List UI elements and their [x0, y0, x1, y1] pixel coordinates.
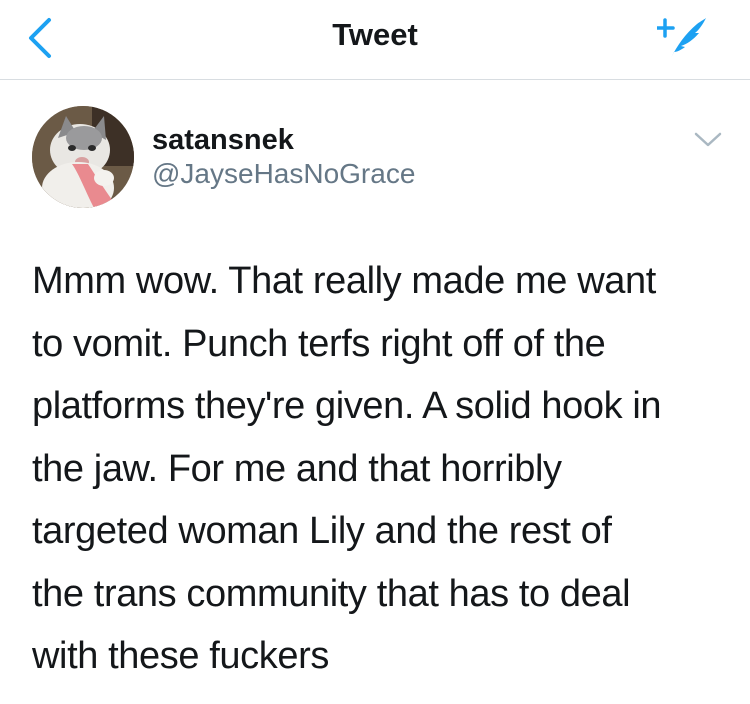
tweet-text-line: to vomit. Punch terfs right off of the [32, 322, 606, 365]
chevron-down-icon [694, 132, 722, 147]
navigation-bar: Tweet [0, 0, 750, 80]
tweet-text-line: platforms they're given. A solid hook in [32, 385, 662, 427]
tweet-text-line: Mmm wow. That really made me want [32, 260, 656, 302]
tweet-detail-screen: Tweet satansnek @JayseHasNoGrace Mmm wow… [0, 0, 750, 704]
tweet-text: Mmm wow. That really made me want to vom… [32, 250, 732, 688]
cat-photo-avatar [32, 106, 134, 208]
tweet-text-line: the jaw. For me and that horribly [32, 447, 562, 490]
compose-tweet-icon [657, 18, 706, 58]
tweet-text-line: targeted woman Lily and the rest of [32, 510, 612, 552]
tweet-text-line: with these fuckers [32, 635, 329, 677]
tweet-text-line: the trans community that has to deal [32, 572, 631, 615]
author-handle[interactable]: @JayseHasNoGrace [152, 158, 415, 190]
tweet-menu-button[interactable] [688, 124, 728, 156]
author-display-name[interactable]: satansnek [152, 124, 294, 157]
page-title: Tweet [332, 17, 418, 52]
compose-tweet-button[interactable] [656, 14, 708, 62]
avatar[interactable] [32, 106, 134, 208]
